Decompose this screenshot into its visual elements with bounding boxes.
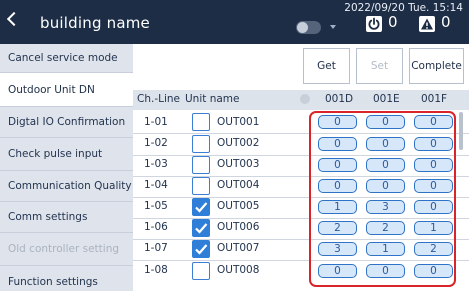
sidebar-item-communication-quality[interactable]: Communication Quality <box>0 171 133 201</box>
column-header-001e: 001E <box>373 93 400 105</box>
row-checkbox[interactable] <box>192 240 210 258</box>
ch-line-cell: 1-07 <box>144 242 168 254</box>
alert-count: 0 <box>441 13 451 31</box>
back-chevron-icon[interactable] <box>6 11 22 27</box>
sidebar-item-outdoor-unit-dn[interactable]: Outdoor Unit DN <box>0 73 133 106</box>
column-header-001d: 001D <box>325 93 354 105</box>
scroll-handle-icon[interactable] <box>300 94 310 104</box>
unit-name-cell: OUT008 <box>217 264 260 276</box>
unit-name-cell: OUT003 <box>217 158 260 170</box>
row-checkbox[interactable] <box>192 219 210 237</box>
row-checkbox[interactable] <box>192 177 210 195</box>
unit-name-cell: OUT002 <box>217 137 260 149</box>
vertical-scrollbar[interactable] <box>459 112 463 150</box>
dropdown-arrow-icon[interactable] <box>330 25 336 29</box>
ch-line-cell: 1-03 <box>144 158 168 170</box>
checkmark-icon <box>195 223 208 234</box>
ch-line-cell: 1-06 <box>144 221 168 233</box>
row-checkbox[interactable] <box>192 135 210 153</box>
top-bar: building name 2022/09/20 Tue. 15:14 0 0 <box>0 0 469 44</box>
ch-line-cell: 1-02 <box>144 137 168 149</box>
complete-button[interactable]: Complete <box>409 48 464 84</box>
set-button: Set <box>356 48 403 84</box>
column-header-001f: 001F <box>421 93 448 105</box>
ch-line-cell: 1-04 <box>144 179 168 191</box>
power-icon[interactable] <box>366 16 382 32</box>
power-count: 0 <box>388 13 398 31</box>
sidebar-item-check-pulse-input[interactable]: Check pulse input <box>0 138 133 170</box>
ch-line-cell: 1-01 <box>144 116 168 128</box>
unit-name-cell: OUT004 <box>217 179 260 191</box>
column-header-ch-line: Ch.-Line <box>137 93 180 105</box>
unit-name-cell: OUT006 <box>217 221 260 233</box>
unit-name-cell: OUT005 <box>217 200 260 212</box>
row-checkbox[interactable] <box>192 262 210 280</box>
toggle-switch[interactable] <box>296 21 321 34</box>
sidebar: Cancel service mode Outdoor Unit DN Digt… <box>0 44 133 291</box>
table-header: Ch.-Line Unit name 001D 001E 001F <box>133 90 469 110</box>
alert-icon[interactable] <box>419 16 435 32</box>
column-header-unit-name: Unit name <box>185 93 240 105</box>
row-checkbox[interactable] <box>192 156 210 174</box>
ch-line-cell: 1-05 <box>144 200 168 212</box>
row-checkbox[interactable] <box>192 198 210 216</box>
sidebar-item-digital-io-confirmation[interactable]: Digtal IO Confirmation <box>0 107 133 137</box>
unit-name-cell: OUT007 <box>217 242 260 254</box>
unit-name-cell: OUT001 <box>217 116 260 128</box>
checkmark-icon <box>195 244 208 255</box>
get-button[interactable]: Get <box>303 48 350 84</box>
highlight-frame <box>309 111 456 287</box>
action-bar: Get Set Complete <box>133 44 469 90</box>
sidebar-item-comm-settings[interactable]: Comm settings <box>0 202 133 232</box>
sidebar-item-old-controller-setting: Old controller setting <box>8 243 120 255</box>
sidebar-item-cancel-service-mode[interactable]: Cancel service mode <box>0 44 133 72</box>
ch-line-cell: 1-08 <box>144 264 168 276</box>
checkmark-icon <box>195 202 208 213</box>
row-checkbox[interactable] <box>192 113 210 131</box>
toggle-knob <box>297 22 308 33</box>
page-title: building name <box>40 14 150 32</box>
sidebar-item-function-settings[interactable]: Function settings <box>0 266 133 291</box>
